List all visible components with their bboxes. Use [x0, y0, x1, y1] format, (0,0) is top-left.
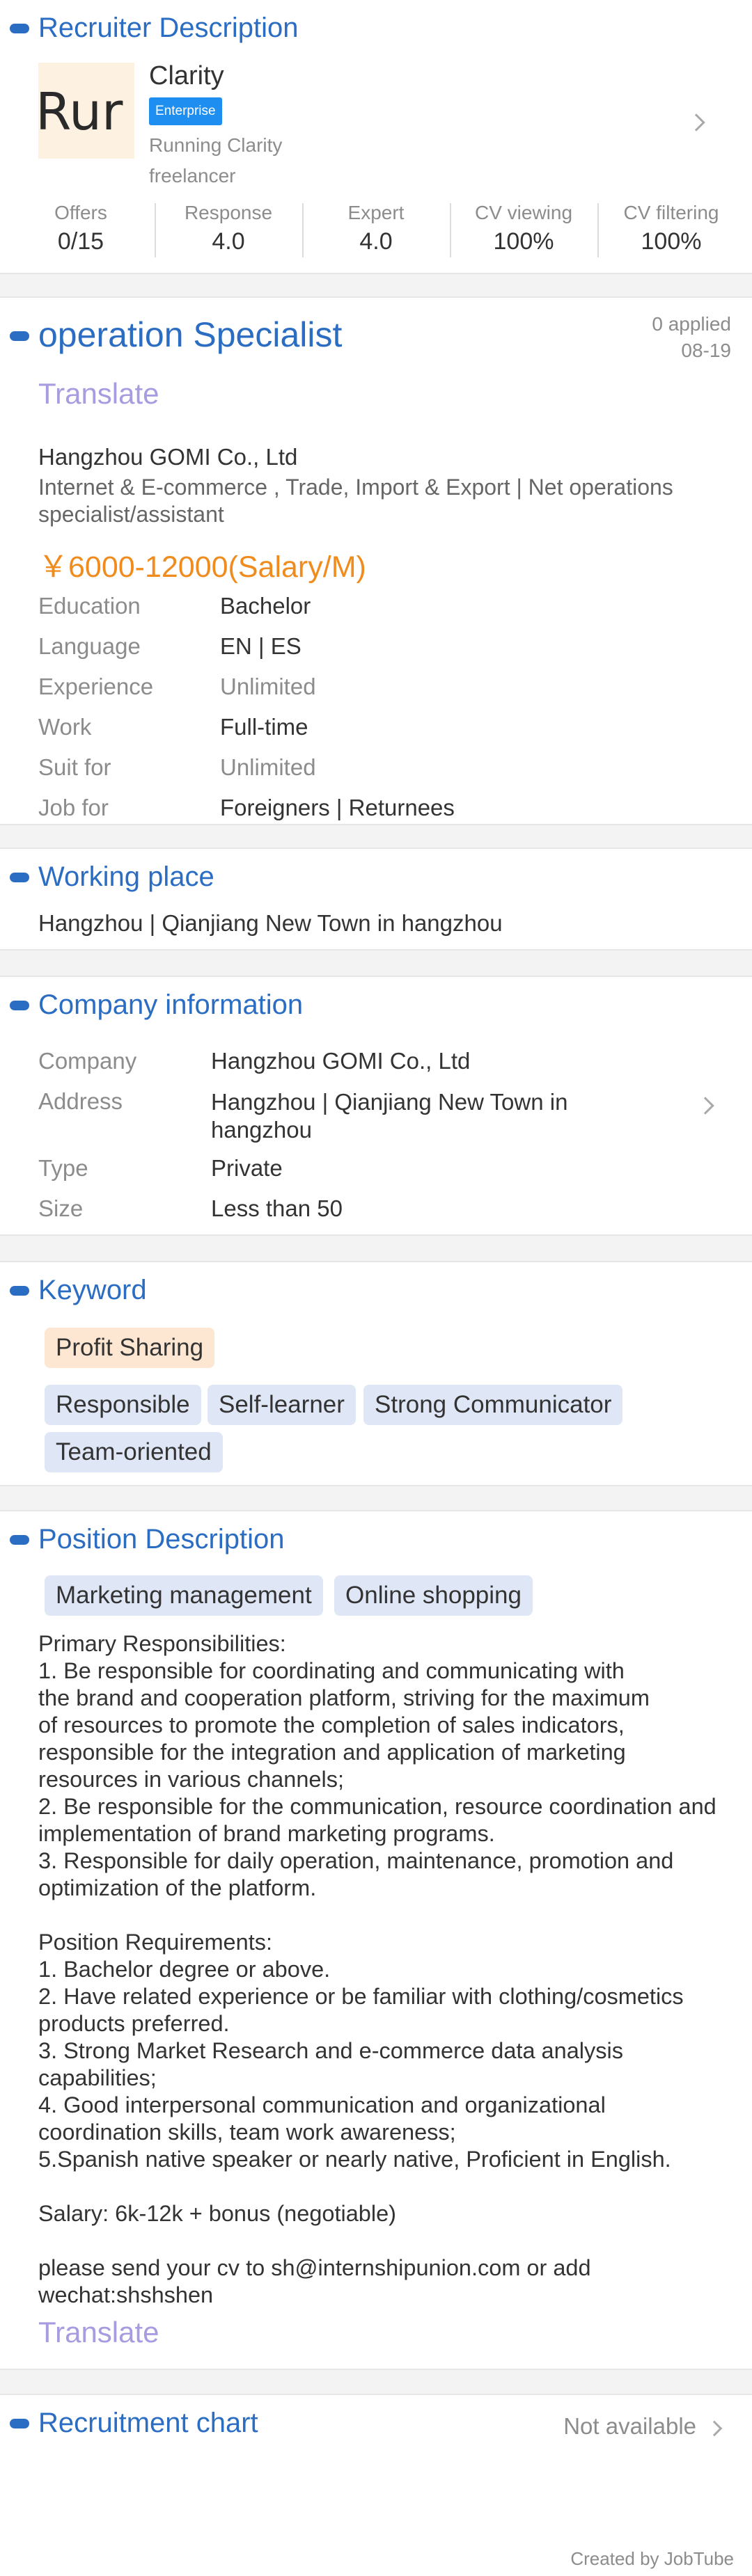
section-title-recruitment-chart: Recruitment chart: [38, 2408, 258, 2438]
keyword-tag: Self-learner: [207, 1385, 356, 1425]
section-gap: [0, 1485, 752, 1511]
recruiter-card[interactable]: Rur Clarity Enterprise Running Clarity f…: [0, 56, 752, 188]
stat-response: Response 4.0: [184, 202, 273, 255]
detail-label: Education: [38, 593, 141, 619]
recruitment-chart-status: Not available: [563, 2413, 696, 2439]
section-title-company: Company information: [38, 989, 304, 1020]
company-label: Company: [38, 1048, 137, 1074]
detail-label: Experience: [38, 674, 154, 699]
section-title-working-place: Working place: [38, 861, 214, 892]
company-name[interactable]: Hangzhou GOMI Co., Ltd: [38, 444, 297, 470]
section-title-position: Position Description: [38, 1524, 285, 1555]
section-gap: [0, 273, 752, 298]
detail-value: Unlimited: [220, 754, 316, 780]
position-section: Position Description Marketing managemen…: [0, 1511, 752, 2369]
detail-value: Bachelor: [220, 593, 311, 619]
salary-text: ￥6000-12000(Salary/M): [38, 550, 366, 584]
keyword-tag: Profit Sharing: [45, 1328, 215, 1368]
section-gap: [0, 2369, 752, 2395]
section-marker: [10, 331, 29, 341]
chevron-right-icon: [696, 1097, 714, 1115]
section-title-recruiter: Recruiter Description: [38, 13, 299, 43]
company-label: Size: [38, 1195, 84, 1221]
stat-cv-filtering: CV filtering 100%: [623, 202, 719, 255]
section-gap: [0, 1234, 752, 1262]
recruiter-logo: Rur: [38, 63, 134, 159]
posted-date: 08-19: [681, 340, 731, 361]
section-marker: [10, 1001, 29, 1010]
job-title: operation Specialist: [38, 315, 343, 354]
recruiter-name: Clarity: [149, 61, 224, 90]
detail-value: EN | ES: [220, 633, 301, 659]
position-tag: Online shopping: [334, 1575, 533, 1616]
stat-cv-viewing: CV viewing 100%: [474, 202, 573, 255]
detail-value: Full-time: [220, 714, 308, 740]
job-section: operation Specialist 0 applied 08-19 Tra…: [0, 298, 752, 824]
keyword-tag: Team-oriented: [45, 1432, 223, 1472]
company-label: Type: [38, 1155, 88, 1181]
company-label: Address: [38, 1088, 123, 1114]
stat-offers: Offers 0/15: [54, 202, 107, 255]
chevron-right-icon: [687, 113, 705, 132]
company-value: Less than 50: [211, 1195, 343, 1221]
working-place-section: Working place Hangzhou | Qianjiang New T…: [0, 849, 752, 949]
company-value: Private: [211, 1155, 283, 1181]
company-section: Company information Company Hangzhou GOM…: [0, 977, 752, 1234]
applied-count: 0 applied: [652, 313, 731, 335]
section-marker: [10, 1535, 29, 1545]
detail-value: Unlimited: [220, 674, 316, 699]
keyword-section: Keyword Profit Sharing Responsible Self-…: [0, 1262, 752, 1485]
translate-link[interactable]: Translate: [38, 377, 159, 411]
stat-expert: Expert 4.0: [347, 202, 405, 255]
detail-label: Language: [38, 633, 141, 659]
detail-label: Suit for: [38, 754, 111, 780]
logo-text: Rur: [38, 82, 123, 142]
company-value: Hangzhou GOMI Co., Ltd: [211, 1048, 471, 1074]
company-address-value: Hangzhou | Qianjiang New Town in hangzho…: [211, 1089, 568, 1143]
footer-credit: Created by JobTube: [570, 2548, 734, 2569]
position-description: Primary Responsibilities: 1. Be responsi…: [38, 1631, 716, 2307]
recruiter-section: Recruiter Description Rur Clarity Enterp…: [0, 0, 752, 273]
detail-label: Work: [38, 714, 92, 740]
section-marker: [10, 873, 29, 882]
position-tag: Marketing management: [45, 1575, 323, 1616]
chevron-right-icon: [706, 2420, 723, 2437]
recruitment-chart-section[interactable]: Recruitment chart Not available Created …: [0, 2395, 752, 2576]
section-gap: [0, 949, 752, 977]
industry-text: Internet & E-commerce , Trade, Import & …: [38, 475, 673, 527]
address-row[interactable]: Address Hangzhou | Qianjiang New Town in…: [0, 1081, 752, 1158]
enterprise-badge: Enterprise: [149, 97, 222, 125]
section-marker: [10, 24, 29, 33]
section-gap: [0, 824, 752, 849]
detail-value: Foreigners | Returnees: [220, 795, 455, 820]
detail-label: Job for: [38, 795, 109, 820]
working-place-value: Hangzhou | Qianjiang New Town in hangzho…: [38, 910, 503, 936]
keyword-tag: Strong Communicator: [363, 1385, 623, 1425]
section-marker: [10, 1286, 29, 1296]
recruiter-line2: freelancer: [149, 165, 236, 186]
section-title-keyword: Keyword: [38, 1275, 147, 1305]
keyword-tag: Responsible: [45, 1385, 201, 1425]
recruiter-line1: Running Clarity: [149, 134, 283, 156]
section-marker: [10, 2419, 29, 2428]
translate-link[interactable]: Translate: [38, 2316, 159, 2349]
